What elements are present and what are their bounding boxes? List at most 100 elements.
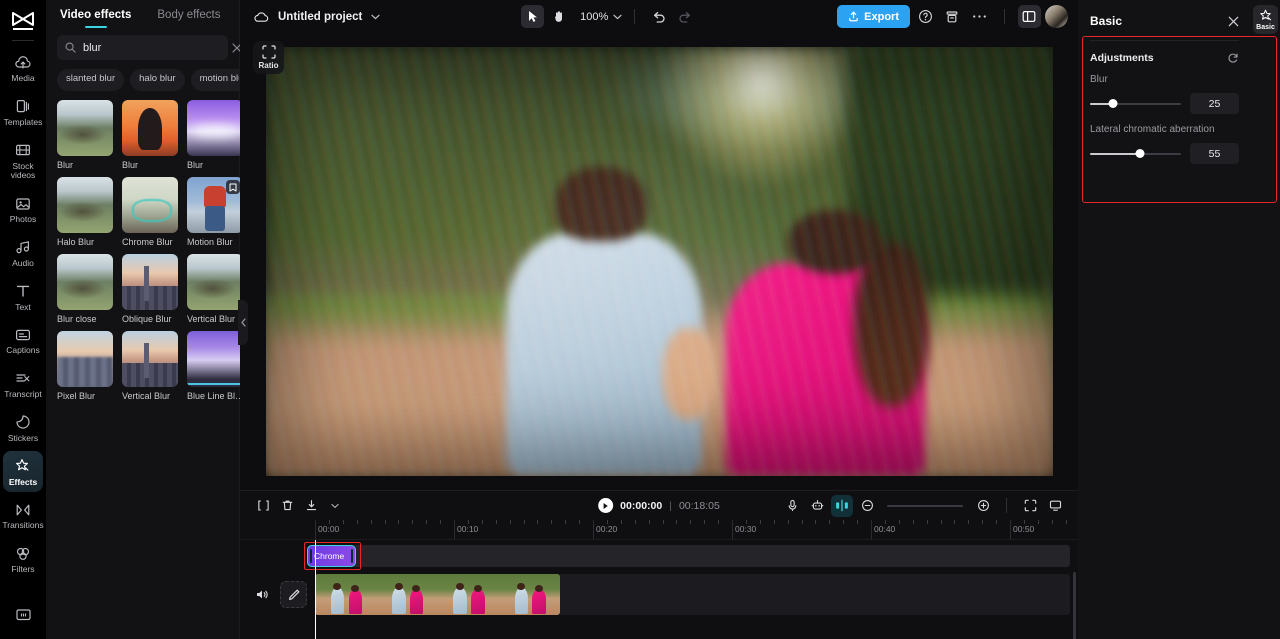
speaker-icon[interactable] bbox=[248, 581, 275, 608]
effect-item[interactable]: Vertical Blur bbox=[187, 254, 243, 324]
search-chip[interactable]: slanted blur bbox=[57, 69, 125, 91]
sidebar-item-stock-videos[interactable]: Stock videos bbox=[3, 135, 43, 187]
user-avatar[interactable] bbox=[1044, 5, 1068, 28]
video-track-empty[interactable] bbox=[560, 574, 1070, 615]
search-chip[interactable]: motion blur bbox=[190, 69, 239, 91]
capcut-logo-icon[interactable] bbox=[8, 8, 38, 34]
download-tool[interactable] bbox=[300, 495, 322, 517]
export-button[interactable]: Export bbox=[837, 5, 910, 28]
timeline-zoom-slider[interactable] bbox=[887, 504, 963, 507]
effect-thumbnail[interactable] bbox=[57, 254, 113, 310]
panel-collapse-handle[interactable] bbox=[238, 300, 248, 345]
effect-track[interactable]: Chrome bbox=[307, 545, 1070, 567]
effect-thumbnail[interactable] bbox=[57, 331, 113, 387]
effect-item[interactable]: Motion Blur bbox=[187, 177, 243, 247]
effect-item[interactable]: Blur bbox=[122, 100, 178, 170]
ruler-tick-minor bbox=[579, 520, 581, 524]
zoom-level-selector[interactable]: 100% bbox=[580, 11, 622, 23]
undo-icon[interactable] bbox=[647, 5, 670, 28]
effect-item[interactable]: Vertical Blur bbox=[122, 331, 178, 401]
adjustment-slider[interactable] bbox=[1090, 148, 1181, 158]
zoom-in[interactable] bbox=[972, 495, 994, 517]
ruler-tick-minor bbox=[1023, 520, 1025, 524]
search-input[interactable] bbox=[83, 41, 225, 54]
right-tab-basic[interactable]: Basic bbox=[1253, 5, 1278, 34]
effect-thumbnail[interactable] bbox=[57, 100, 113, 156]
effect-item[interactable]: Halo Blur bbox=[57, 177, 113, 247]
help-circle-icon[interactable] bbox=[914, 5, 937, 28]
monitor-icon[interactable] bbox=[3, 600, 43, 629]
sidebar-item-media[interactable]: Media bbox=[3, 47, 43, 89]
ruler-tick-minor bbox=[745, 520, 747, 524]
sidebar-item-filters[interactable]: Filters bbox=[3, 538, 43, 580]
timeline-ruler[interactable]: 00:00 00:10 00:20 00:30 00:40 00:50 bbox=[240, 520, 1078, 540]
sidebar-item-transitions[interactable]: Transitions bbox=[2, 494, 44, 536]
effect-item[interactable]: Blur bbox=[57, 100, 113, 170]
effect-thumbnail[interactable] bbox=[187, 100, 243, 156]
adjustment-value-input[interactable]: 55 bbox=[1190, 143, 1239, 164]
display-options[interactable] bbox=[1044, 495, 1066, 517]
split-clip[interactable] bbox=[831, 494, 853, 517]
sidebar-item-stickers[interactable]: Stickers bbox=[3, 407, 43, 449]
toolbar-divider-1 bbox=[634, 9, 636, 24]
reset-circular-icon[interactable] bbox=[1227, 52, 1239, 64]
play-icon[interactable] bbox=[598, 498, 614, 513]
search-bar[interactable] bbox=[57, 35, 242, 60]
right-panel: Basic Adjustments Blur 25 Lateral chromati… bbox=[1078, 0, 1280, 639]
ratio-button[interactable]: Ratio bbox=[253, 41, 284, 74]
sidebar-item-text[interactable]: Text bbox=[3, 276, 43, 318]
effect-item[interactable]: Blur close bbox=[57, 254, 113, 324]
archive-icon[interactable] bbox=[941, 5, 964, 28]
video-preview[interactable] bbox=[265, 47, 1053, 476]
zoom-out[interactable] bbox=[856, 495, 878, 517]
sidebar-item-transcript[interactable]: Transcript bbox=[3, 363, 43, 405]
tab-body-effects[interactable]: Body effects bbox=[157, 9, 220, 28]
ruler-tick-minor bbox=[537, 520, 539, 524]
trim-tool[interactable] bbox=[252, 495, 274, 517]
sidebar-item-photos[interactable]: Photos bbox=[3, 188, 43, 230]
effect-clip-chrome[interactable]: Chrome bbox=[307, 545, 356, 567]
project-title-group[interactable]: Untitled project bbox=[254, 11, 380, 23]
effect-thumbnail[interactable] bbox=[122, 254, 178, 310]
adjustment-value-input[interactable]: 25 bbox=[1190, 93, 1239, 114]
ruler-tick-minor bbox=[1051, 520, 1053, 524]
sidebar-item-effects[interactable]: Effects bbox=[3, 450, 43, 493]
tab-video-effects[interactable]: Video effects bbox=[60, 9, 131, 28]
sidebar-item-label: Photos bbox=[9, 214, 37, 225]
bookmark-icon[interactable] bbox=[226, 180, 240, 194]
ai-tools[interactable] bbox=[806, 495, 828, 517]
pencil-icon[interactable] bbox=[280, 581, 307, 608]
sidebar-item-captions[interactable]: Captions bbox=[3, 319, 43, 361]
redo-icon[interactable] bbox=[673, 5, 696, 28]
effect-item[interactable]: Pixel Blur bbox=[57, 331, 113, 401]
effect-thumbnail[interactable] bbox=[187, 177, 243, 233]
hand-icon[interactable] bbox=[547, 5, 570, 28]
sidebar-item-templates[interactable]: Templates bbox=[3, 91, 43, 133]
sidebar-item-audio[interactable]: Audio bbox=[3, 232, 43, 274]
effect-item[interactable]: Oblique Blur bbox=[122, 254, 178, 324]
download-chevron[interactable] bbox=[324, 495, 346, 517]
sidebar-item-label: Captions bbox=[6, 345, 40, 356]
search-chip[interactable]: halo blur bbox=[130, 69, 185, 91]
effect-thumbnail[interactable] bbox=[187, 254, 243, 310]
effect-thumbnail[interactable] bbox=[122, 100, 178, 156]
record-voiceover[interactable] bbox=[781, 495, 803, 517]
timeline-scrollbar[interactable] bbox=[1073, 572, 1076, 639]
close-icon[interactable] bbox=[1228, 16, 1239, 27]
delete-tool[interactable] bbox=[276, 495, 298, 517]
video-clip[interactable] bbox=[315, 574, 560, 615]
ruler-tick-minor bbox=[676, 520, 678, 524]
effect-item[interactable]: Chrome Blur bbox=[122, 177, 178, 247]
effect-thumbnail[interactable] bbox=[122, 177, 178, 233]
split-layout-icon[interactable] bbox=[1017, 5, 1041, 28]
chevron-down-icon[interactable] bbox=[371, 14, 380, 20]
effect-thumbnail[interactable] bbox=[122, 331, 178, 387]
effect-item[interactable]: Blur bbox=[187, 100, 243, 170]
fit-to-screen[interactable] bbox=[1019, 495, 1041, 517]
cursor-arrow-icon[interactable] bbox=[521, 5, 545, 28]
effect-thumbnail[interactable] bbox=[57, 177, 113, 233]
adjustment-slider[interactable] bbox=[1090, 98, 1181, 108]
effect-thumbnail[interactable] bbox=[187, 331, 243, 387]
effect-item[interactable]: Blue Line Bl… bbox=[187, 331, 244, 401]
more-horizontal-icon[interactable] bbox=[968, 5, 991, 28]
